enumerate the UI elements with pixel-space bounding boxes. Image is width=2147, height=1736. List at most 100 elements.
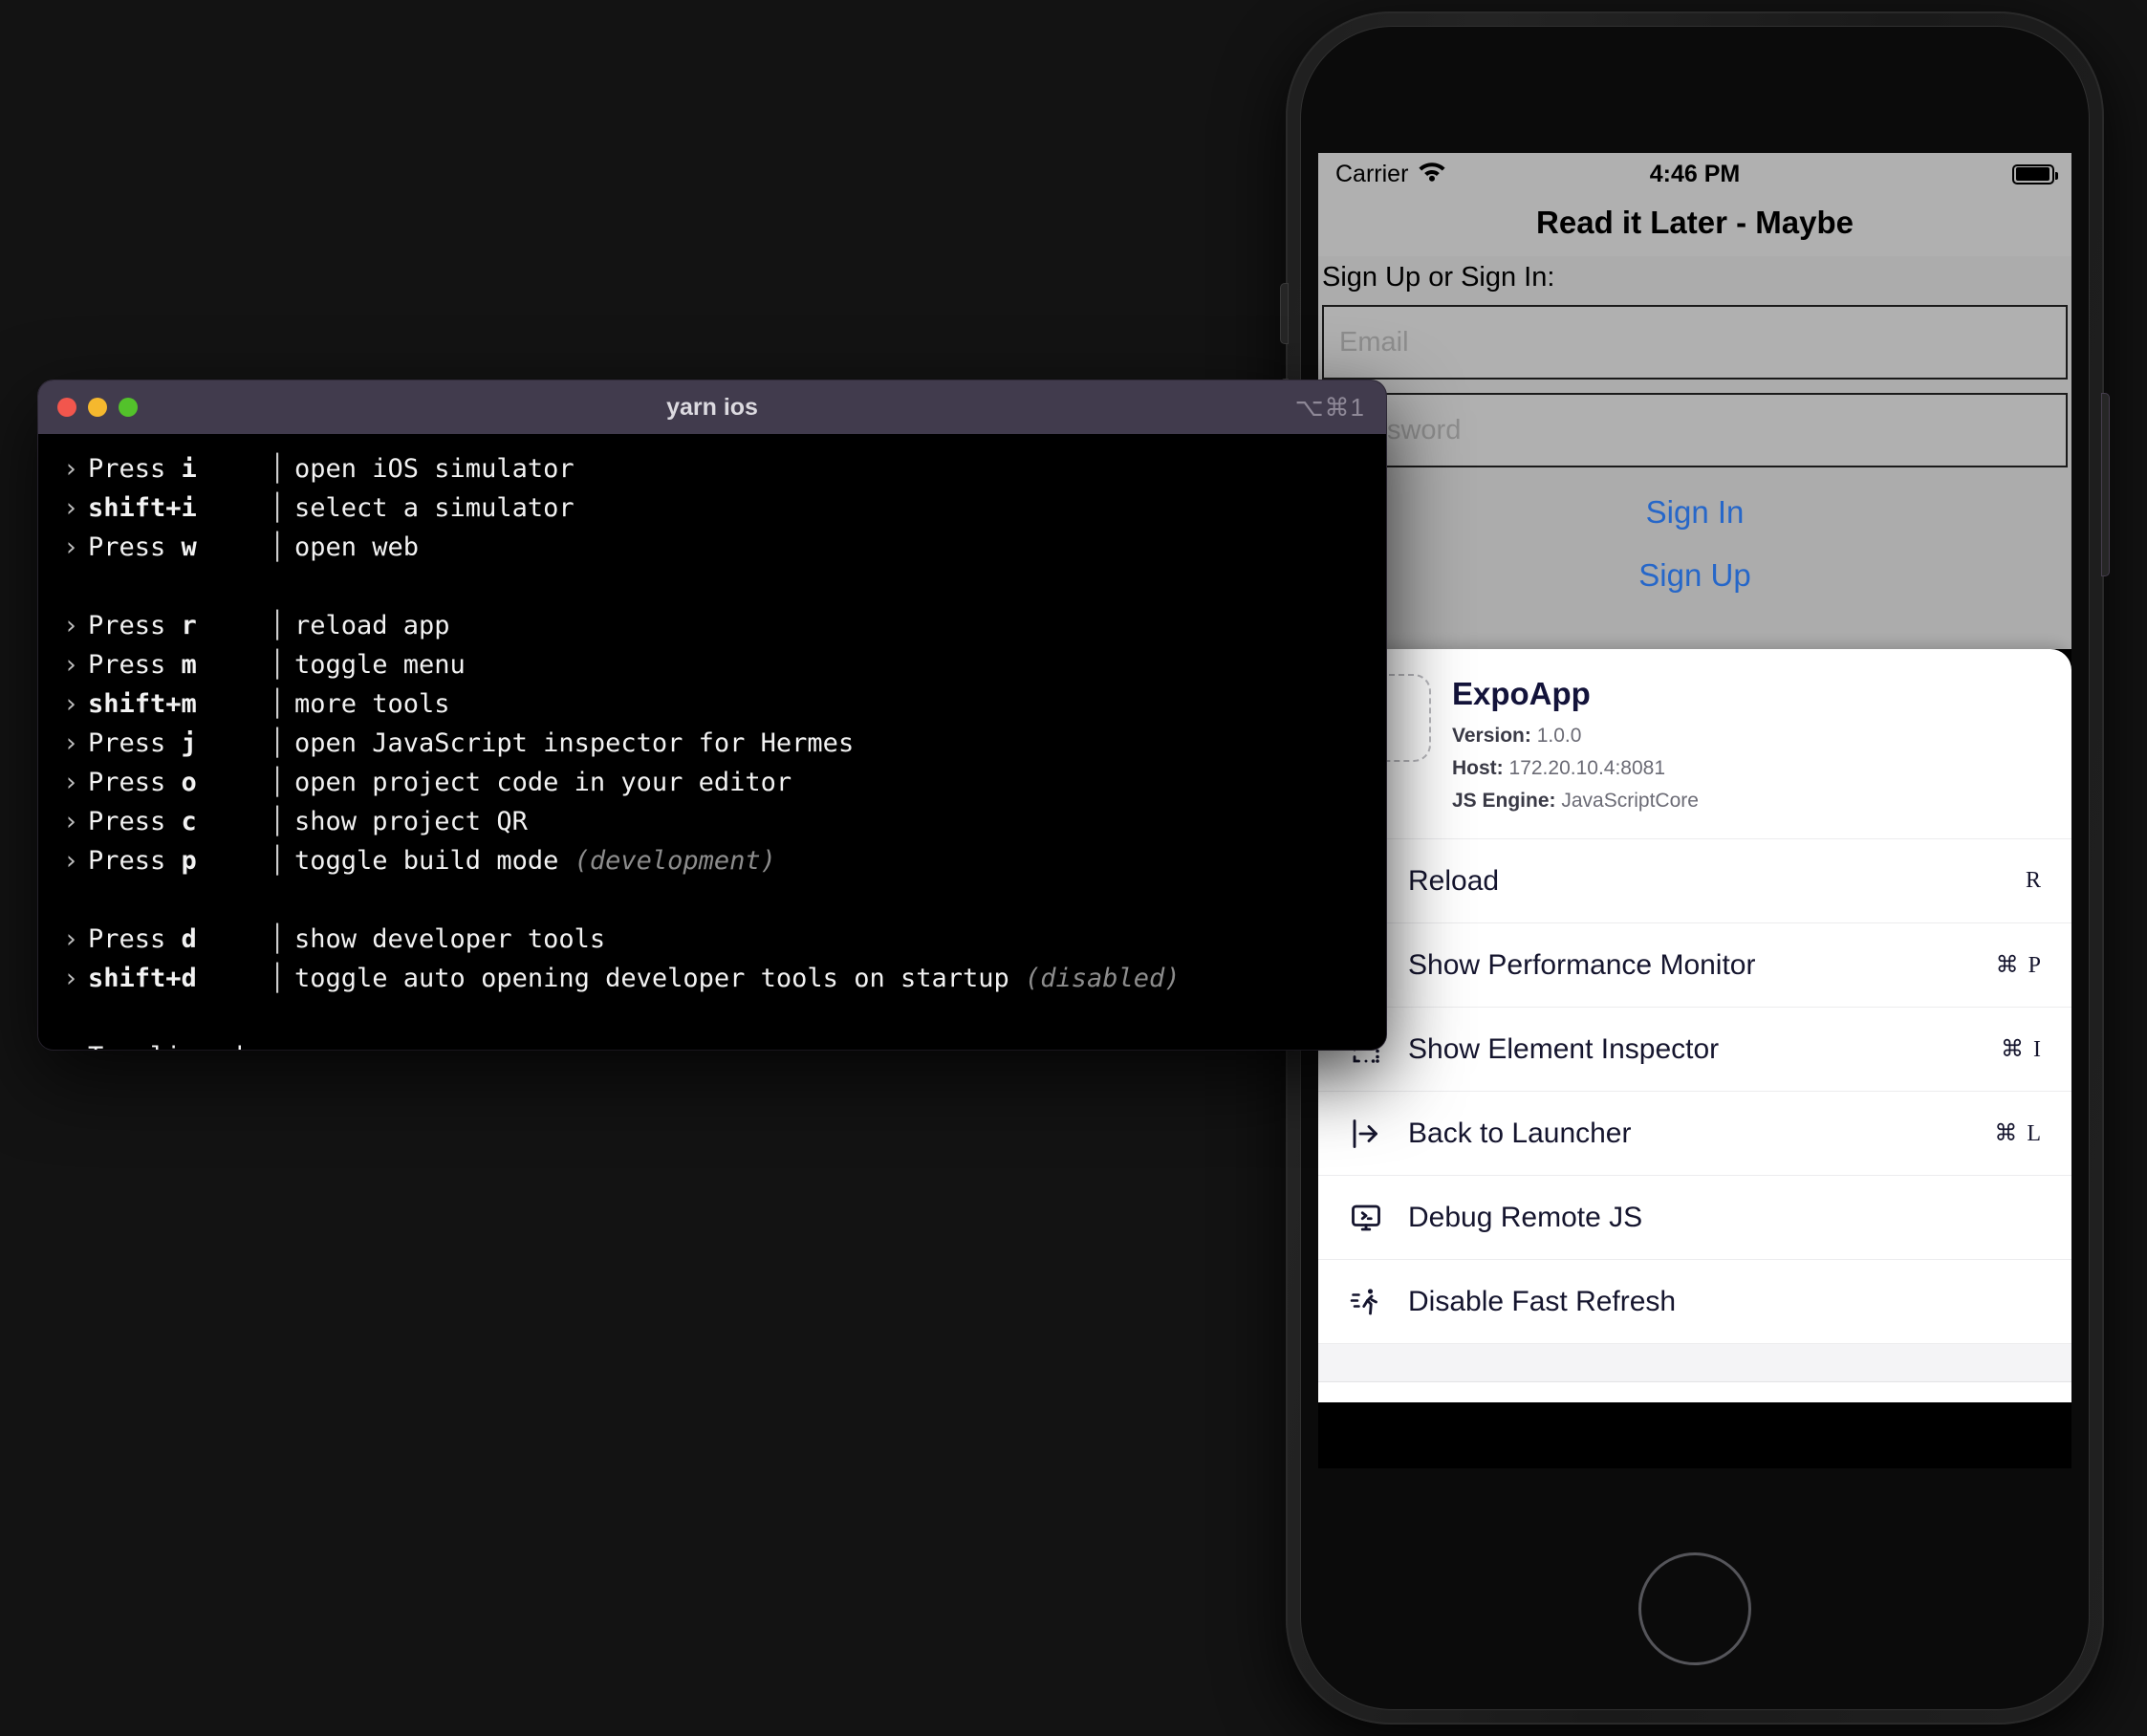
arrow-in-box-icon [1347, 1115, 1385, 1153]
app-nav-title: Read it Later - Maybe [1318, 195, 2071, 256]
terminal-log-text: Toggling dev menu [88, 1037, 352, 1050]
chevron-icon: › [63, 1037, 88, 1050]
terminal-shortcut-hint: ⌥⌘1 [1294, 392, 1365, 422]
wifi-icon [1418, 160, 1446, 188]
chevron-icon: › [63, 807, 79, 836]
password-field[interactable]: Password [1322, 393, 2068, 467]
terminal-key: Press w [88, 532, 197, 562]
divider: │ [270, 689, 286, 719]
terminal-title: yarn ios [666, 393, 758, 421]
dev-menu-item-label: Debug Remote JS [1408, 1201, 1643, 1233]
close-icon[interactable] [57, 398, 76, 417]
dev-info-version-value: 1.0.0 [1536, 725, 1582, 747]
terminal-desc: open JavaScript inspector for Hermes [294, 728, 855, 758]
divider: │ [270, 924, 286, 954]
terminal-note: (development) [574, 846, 776, 876]
chevron-icon: › [63, 964, 79, 993]
terminal-line: › Press i │ open iOS simulator [63, 449, 1386, 488]
runner-icon [1347, 1283, 1385, 1321]
battery-icon [2012, 163, 2059, 184]
minimize-icon[interactable] [88, 398, 107, 417]
terminal-line: › shift+m │ more tools [63, 684, 1386, 724]
dev-menu-item-shortcut: ⌘ L [1994, 1121, 2043, 1147]
email-field[interactable]: Email [1322, 305, 2068, 380]
terminal-key: Press o [88, 768, 197, 797]
terminal-line: › Press j │ open JavaScript inspector for H… [63, 724, 1386, 763]
sign-in-button[interactable]: Sign In [1318, 481, 2071, 544]
terminal-desc: toggle build mode [294, 846, 575, 876]
terminal-line: › Press o │ open project code in your edito… [63, 763, 1386, 802]
divider: │ [270, 728, 286, 758]
terminal-line: › Press r │ reload app [63, 606, 1386, 645]
zoom-icon[interactable] [119, 398, 138, 417]
divider: │ [270, 964, 286, 993]
divider: │ [270, 846, 286, 876]
carrier-label: Carrier [1335, 160, 1409, 187]
terminal-key: shift+i [88, 493, 197, 523]
dev-menu-header: ExpoApp Version: 1.0.0 Host: 172.20.10.4… [1318, 649, 2071, 838]
dev-menu-item-label: Reload [1408, 864, 1500, 897]
power-button[interactable] [2102, 394, 2109, 575]
form-label: Sign Up or Sign In: [1322, 262, 1555, 293]
terminal-line: › Press d │ show developer tools [63, 920, 1386, 959]
terminal-desc: open project code in your editor [294, 768, 792, 797]
dev-info-version: Version: 1.0.0 [1452, 720, 1699, 752]
chevron-icon: › [63, 846, 79, 876]
dev-menu-item-reload[interactable]: Reload R [1318, 838, 2071, 922]
signin-form: Sign Up or Sign In: Email Password Sign … [1318, 256, 2071, 613]
divider: │ [270, 454, 286, 484]
dev-menu-item-back-to-launcher[interactable]: Back to Launcher ⌘ L [1318, 1091, 2071, 1175]
silent-switch[interactable] [1281, 284, 1288, 343]
sign-up-button[interactable]: Sign Up [1318, 544, 2071, 607]
chevron-icon: › [63, 768, 79, 797]
iphone-simulator-frame: Carrier 4:46 PM Read it Later - Maybe Si… [1281, 11, 2109, 1725]
terminal-line: › shift+d │ toggle auto opening developer t… [63, 959, 1386, 998]
terminal-note: (disabled) [1025, 964, 1181, 993]
form-spacer [1318, 613, 2071, 649]
terminal-key: Press i [88, 454, 197, 484]
terminal-window: yarn ios ⌥⌘1 › Press i │ open iOS simulator… [38, 380, 1386, 1050]
dev-menu-item-label: Back to Launcher [1408, 1117, 1632, 1149]
terminal-key: Press j [88, 728, 197, 758]
status-bar-time: 4:46 PM [1649, 160, 1741, 187]
home-button[interactable] [1638, 1552, 1751, 1665]
divider: │ [270, 807, 286, 836]
dev-info-jsengine-value: JavaScriptCore [1561, 790, 1699, 813]
dev-menu-item-debug-remote-js[interactable]: Debug Remote JS [1318, 1175, 2071, 1259]
dev-menu-item-shortcut: ⌘ I [2001, 1037, 2043, 1063]
terminal-line: › Press w │ open web [63, 528, 1386, 567]
chevron-icon: › [63, 454, 79, 484]
dev-menu-app-name: ExpoApp [1452, 676, 1591, 711]
dev-menu-item-disable-fast-refresh[interactable]: Disable Fast Refresh [1318, 1259, 2071, 1343]
terminal-key: Press r [88, 611, 197, 640]
dev-menu-footer-gap [1318, 1343, 2071, 1382]
dev-menu-item-shortcut: R [2025, 868, 2043, 894]
monitor-debug-icon [1347, 1199, 1385, 1237]
terminal-line: › Press m │ toggle menu [63, 645, 1386, 684]
dev-menu-item-label: Disable Fast Refresh [1408, 1285, 1677, 1317]
status-bar-left: Carrier [1335, 160, 1650, 188]
terminal-desc: toggle menu [294, 650, 466, 680]
chevron-icon: › [63, 650, 79, 680]
dev-menu-app-info: ExpoApp Version: 1.0.0 Host: 172.20.10.4… [1452, 674, 1699, 817]
terminal-line: › Press p │ toggle build mode (development) [63, 841, 1386, 880]
divider: │ [270, 650, 286, 680]
ios-status-bar: Carrier 4:46 PM [1318, 153, 2071, 195]
terminal-desc: open iOS simulator [294, 454, 575, 484]
terminal-line: › shift+i │ select a simulator [63, 488, 1386, 528]
dev-info-version-label: Version: [1452, 725, 1531, 747]
terminal-desc: open web [294, 532, 420, 562]
terminal-key: Press d [88, 924, 197, 954]
dev-menu-item-show-element-inspector[interactable]: Show Element Inspector ⌘ I [1318, 1007, 2071, 1091]
dev-menu-item-show-performance-monitor[interactable]: Show Performance Monitor ⌘ P [1318, 922, 2071, 1007]
dev-info-jsengine-label: JS Engine: [1452, 790, 1556, 813]
terminal-output[interactable]: › Press i │ open iOS simulator › shift+i │ sel… [38, 434, 1386, 1050]
divider: │ [270, 611, 286, 640]
terminal-desc: reload app [294, 611, 450, 640]
terminal-log-line: ›Toggling dev menu [63, 1037, 1386, 1050]
email-placeholder: Email [1339, 326, 1409, 358]
chevron-icon: › [63, 493, 79, 523]
